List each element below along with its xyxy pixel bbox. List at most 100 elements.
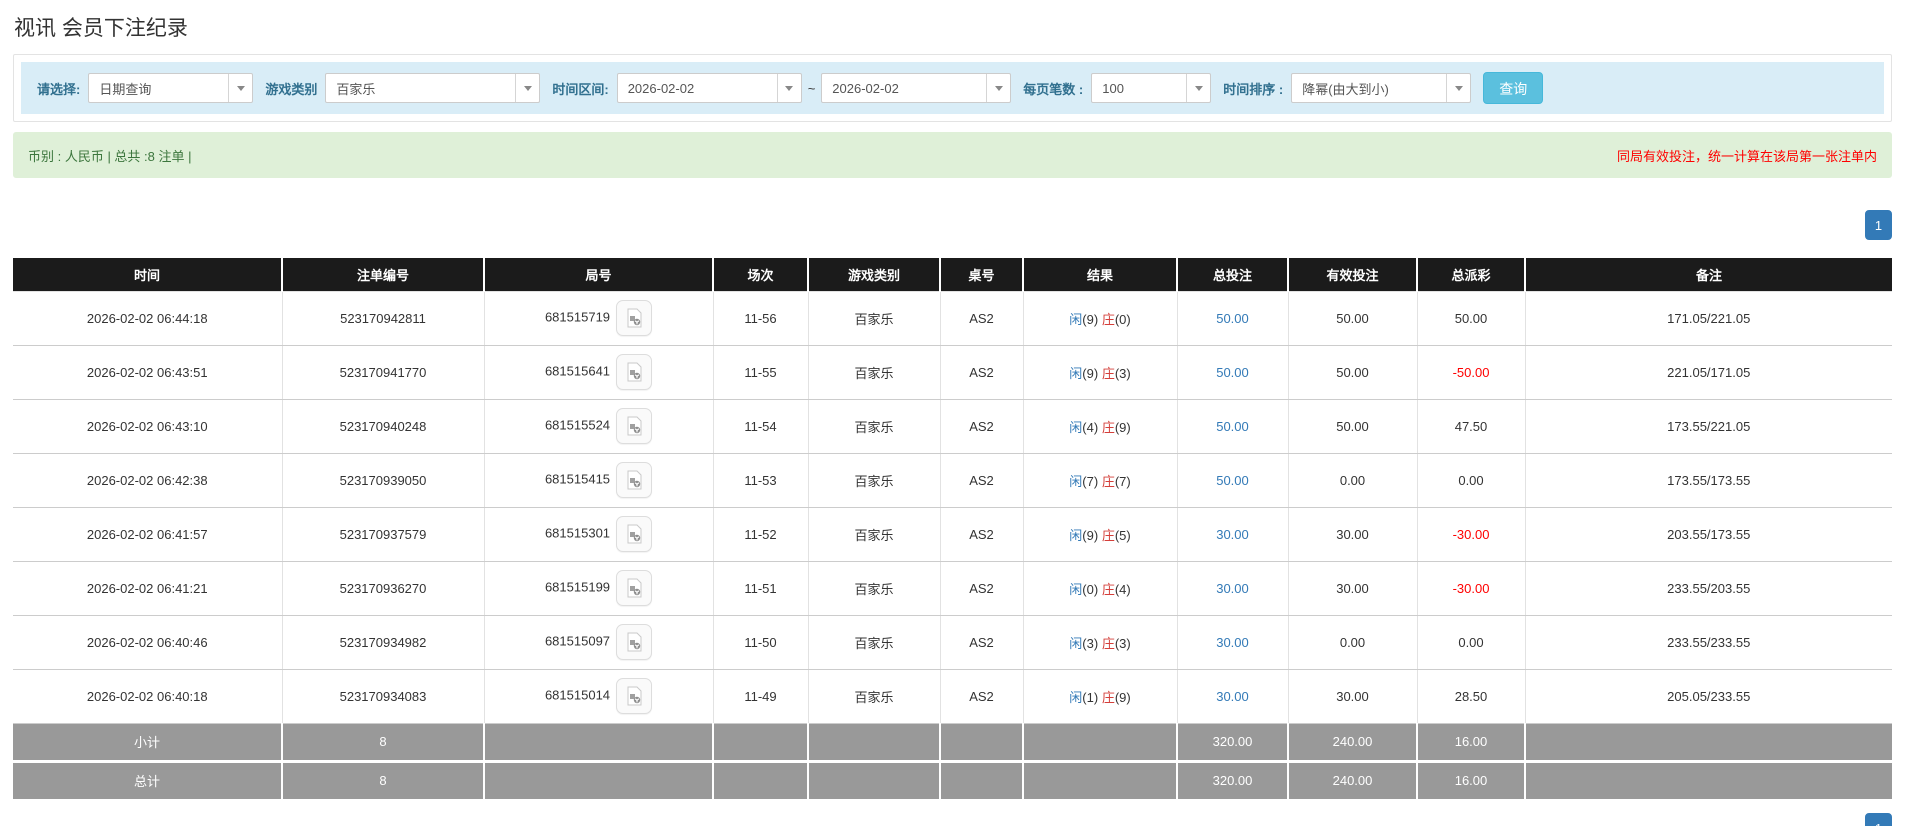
per-page-select[interactable]: 100 [1091, 73, 1212, 103]
cell-time: 2026-02-02 06:41:57 [13, 507, 283, 562]
query-button[interactable]: 查询 [1483, 72, 1544, 104]
date-range-label: 时间区间: [552, 81, 609, 97]
subtotal-total-bet: 320.00 [1177, 723, 1289, 761]
video-icon[interactable] [616, 408, 653, 444]
sort-value: 降幂(由大到小) [1302, 81, 1389, 97]
total-bet-link[interactable]: 50.00 [1216, 311, 1249, 326]
pagination-top: 1 [0, 210, 1892, 240]
banker-result: 庄 [1101, 635, 1115, 651]
round-no-text: 681515641 [544, 363, 611, 379]
cell-round-no: 681515097 [484, 615, 714, 670]
date-to-value: 2026-02-02 [832, 80, 899, 96]
cell-game: 百家乐 [808, 669, 941, 724]
page-1-button[interactable]: 1 [1865, 210, 1892, 240]
total-bet-link[interactable]: 30.00 [1216, 527, 1249, 542]
subtotal-valid-bet: 240.00 [1288, 723, 1418, 761]
cell-table-no: AS2 [940, 561, 1024, 616]
filter-bar: 请选择: 日期查询 游戏类别 百家乐 时间区间: 2026-02-02 ~ 20… [21, 62, 1884, 114]
cell-total-bet: 50.00 [1177, 345, 1289, 400]
cell-result: 闲(9) 庄(5) [1023, 507, 1178, 562]
total-bet-link[interactable]: 30.00 [1216, 689, 1249, 704]
page-1-button[interactable]: 1 [1865, 813, 1892, 826]
cell-result: 闲(3) 庄(3) [1023, 615, 1178, 670]
cell-round-no: 681515014 [484, 669, 714, 724]
video-icon[interactable] [616, 462, 653, 498]
col-round-no: 局号 [484, 258, 714, 291]
cell-valid-bet: 0.00 [1288, 453, 1418, 508]
cell-remark: 173.55/221.05 [1525, 399, 1892, 454]
table-row: 2026-02-02 06:43:51 523170941770 6815156… [13, 345, 1892, 400]
cell-remark: 233.55/233.55 [1525, 615, 1892, 670]
banker-score: (5) [1114, 527, 1131, 543]
cell-total-bet: 30.00 [1177, 615, 1289, 670]
cell-bet-no: 523170940248 [282, 399, 485, 454]
round-no-text: 681515014 [544, 687, 611, 703]
total-bet-link[interactable]: 50.00 [1216, 419, 1249, 434]
date-to-picker[interactable]: 2026-02-02 [821, 73, 1012, 103]
cell-game: 百家乐 [808, 345, 941, 400]
chevron-down-icon [1186, 74, 1210, 102]
total-bet-link[interactable]: 50.00 [1216, 365, 1249, 380]
cell-table-no: AS2 [940, 507, 1024, 562]
cell-valid-bet: 30.00 [1288, 561, 1418, 616]
total-bet-link[interactable]: 30.00 [1216, 581, 1249, 596]
player-score: (0) [1082, 581, 1099, 597]
col-time: 时间 [13, 258, 283, 291]
banker-result: 庄 [1101, 365, 1115, 381]
round-no-text: 681515097 [544, 633, 611, 649]
player-score: (4) [1082, 419, 1099, 435]
player-score: (9) [1082, 365, 1099, 381]
round-no-text: 681515199 [544, 579, 611, 595]
cell-payout: 0.00 [1417, 615, 1526, 670]
banker-score: (9) [1114, 419, 1131, 435]
cell-total-bet: 30.00 [1177, 507, 1289, 562]
player-result: 闲 [1069, 581, 1083, 597]
cell-result: 闲(7) 庄(7) [1023, 453, 1178, 508]
player-score: (9) [1082, 311, 1099, 327]
cell-table-no: AS2 [940, 345, 1024, 400]
cell-bet-no: 523170934982 [282, 615, 485, 670]
col-remark: 备注 [1525, 258, 1892, 291]
game-type-select[interactable]: 百家乐 [325, 73, 541, 103]
cell-table-no: AS2 [940, 453, 1024, 508]
video-icon[interactable] [616, 624, 653, 660]
total-label: 总计 [13, 759, 283, 799]
total-row: 总计 8 320.00 240.00 16.00 [13, 759, 1892, 799]
cell-session: 11-53 [713, 453, 809, 508]
notice-text: 同局有效投注，统一计算在该局第一张注单内 [1616, 148, 1877, 164]
player-result: 闲 [1069, 419, 1083, 435]
total-bet-link[interactable]: 50.00 [1216, 473, 1249, 488]
video-icon[interactable] [616, 678, 653, 714]
cell-game: 百家乐 [808, 561, 941, 616]
cell-table-no: AS2 [940, 615, 1024, 670]
cell-payout: -30.00 [1417, 507, 1526, 562]
select-type-label: 请选择: [37, 81, 81, 97]
col-valid-bet: 有效投注 [1288, 258, 1418, 291]
cell-payout: -30.00 [1417, 561, 1526, 616]
query-type-select[interactable]: 日期查询 [88, 73, 254, 103]
cell-time: 2026-02-02 06:40:18 [13, 669, 283, 724]
sort-select[interactable]: 降幂(由大到小) [1291, 73, 1472, 103]
table-row: 2026-02-02 06:44:18 523170942811 6815157… [13, 290, 1892, 346]
cell-time: 2026-02-02 06:44:18 [13, 290, 283, 346]
cell-round-no: 681515199 [484, 561, 714, 616]
round-no-text: 681515524 [544, 417, 611, 433]
cell-valid-bet: 0.00 [1288, 615, 1418, 670]
video-icon[interactable] [616, 300, 653, 336]
cell-total-bet: 30.00 [1177, 669, 1289, 724]
video-icon[interactable] [616, 516, 653, 552]
cell-total-bet: 30.00 [1177, 561, 1289, 616]
cell-total-bet: 50.00 [1177, 453, 1289, 508]
video-icon[interactable] [616, 570, 653, 606]
round-no-text: 681515415 [544, 471, 611, 487]
cell-remark: 233.55/203.55 [1525, 561, 1892, 616]
cell-payout: 0.00 [1417, 453, 1526, 508]
video-icon[interactable] [616, 354, 653, 390]
chevron-down-icon [776, 74, 801, 102]
banker-score: (0) [1114, 311, 1131, 327]
cell-game: 百家乐 [808, 507, 941, 562]
date-from-picker[interactable]: 2026-02-02 [616, 73, 802, 103]
total-bet-link[interactable]: 30.00 [1216, 635, 1249, 650]
subtotal-label: 小计 [13, 723, 283, 761]
col-session: 场次 [713, 258, 809, 291]
